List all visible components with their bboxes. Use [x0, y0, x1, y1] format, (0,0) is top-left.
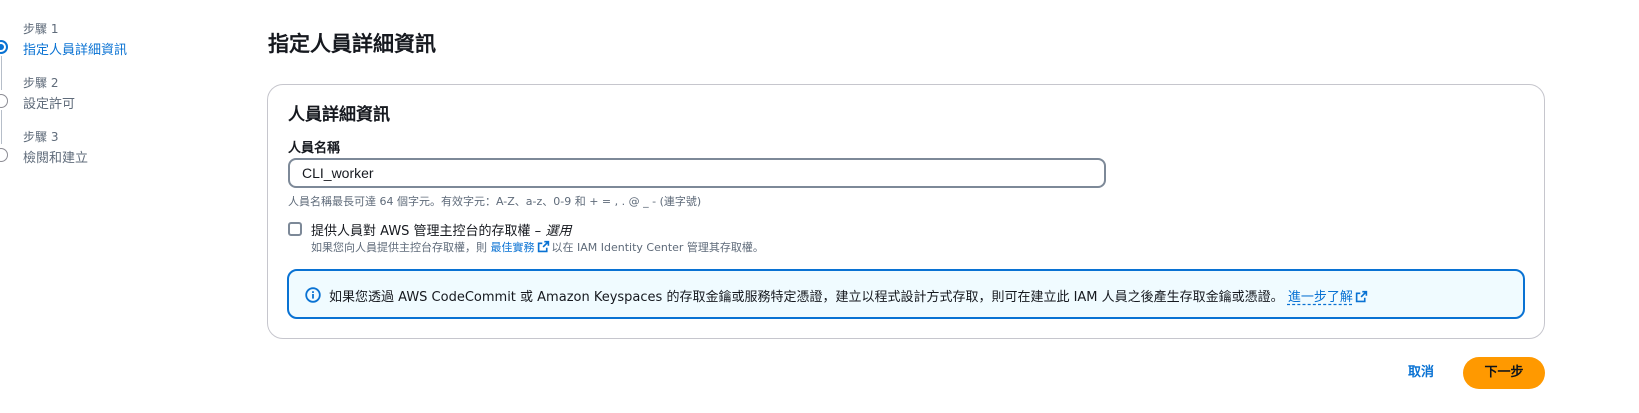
user-name-input[interactable] — [288, 158, 1106, 188]
next-button[interactable]: 下一步 — [1463, 357, 1545, 389]
learn-more-link[interactable]: 進一步了解 — [1288, 290, 1353, 305]
step-active-indicator-icon — [0, 40, 8, 54]
optional-tag: 選用 — [545, 224, 572, 239]
step-title: 設定許可 — [23, 97, 76, 112]
user-name-constraint-hint: 人員名稱最長可達 64 個字元。有效字元：A-Z、a-z、0-9 和 + = ,… — [288, 195, 702, 208]
user-details-container: 人員詳細資訊 人員名稱 人員名稱最長可達 64 個字元。有效字元：A-Z、a-z… — [267, 84, 1545, 339]
step-number: 步驟 2 — [23, 76, 59, 90]
info-alert-text: 如果您透過 AWS CodeCommit 或 Amazon Keyspaces … — [329, 286, 1370, 305]
info-alert: 如果您透過 AWS CodeCommit 或 Amazon Keyspaces … — [287, 269, 1525, 319]
external-link-icon — [537, 240, 549, 253]
step-connector — [1, 110, 2, 144]
step-number: 步驟 1 — [23, 22, 59, 36]
user-name-label: 人員名稱 — [288, 141, 341, 156]
step-pending-indicator-icon — [0, 94, 8, 108]
container-title: 人員詳細資訊 — [288, 105, 390, 125]
page-title: 指定人員詳細資訊 — [268, 32, 436, 56]
step-connector — [1, 56, 2, 90]
info-icon — [305, 287, 321, 303]
console-access-checkbox[interactable] — [288, 222, 302, 236]
console-access-label[interactable]: 提供人員對 AWS 管理主控台的存取權 – 選用 — [311, 220, 571, 239]
external-link-icon — [1355, 290, 1368, 303]
step-title: 指定人員詳細資訊 — [23, 43, 128, 58]
step-number: 步驟 3 — [23, 130, 59, 144]
best-practices-link[interactable]: 最佳實務 — [491, 241, 535, 254]
console-access-description: 如果您向人員提供主控台存取權，則 最佳實務 以在 IAM Identity Cen… — [311, 240, 764, 254]
step-title: 檢閱和建立 — [23, 151, 89, 166]
wizard-steps: 步驟 1 指定人員詳細資訊 步驟 2 設定許可 步驟 3 檢閱和建立 — [0, 0, 200, 413]
cancel-button[interactable]: 取消 — [1396, 357, 1446, 389]
step-pending-indicator-icon — [0, 148, 8, 162]
